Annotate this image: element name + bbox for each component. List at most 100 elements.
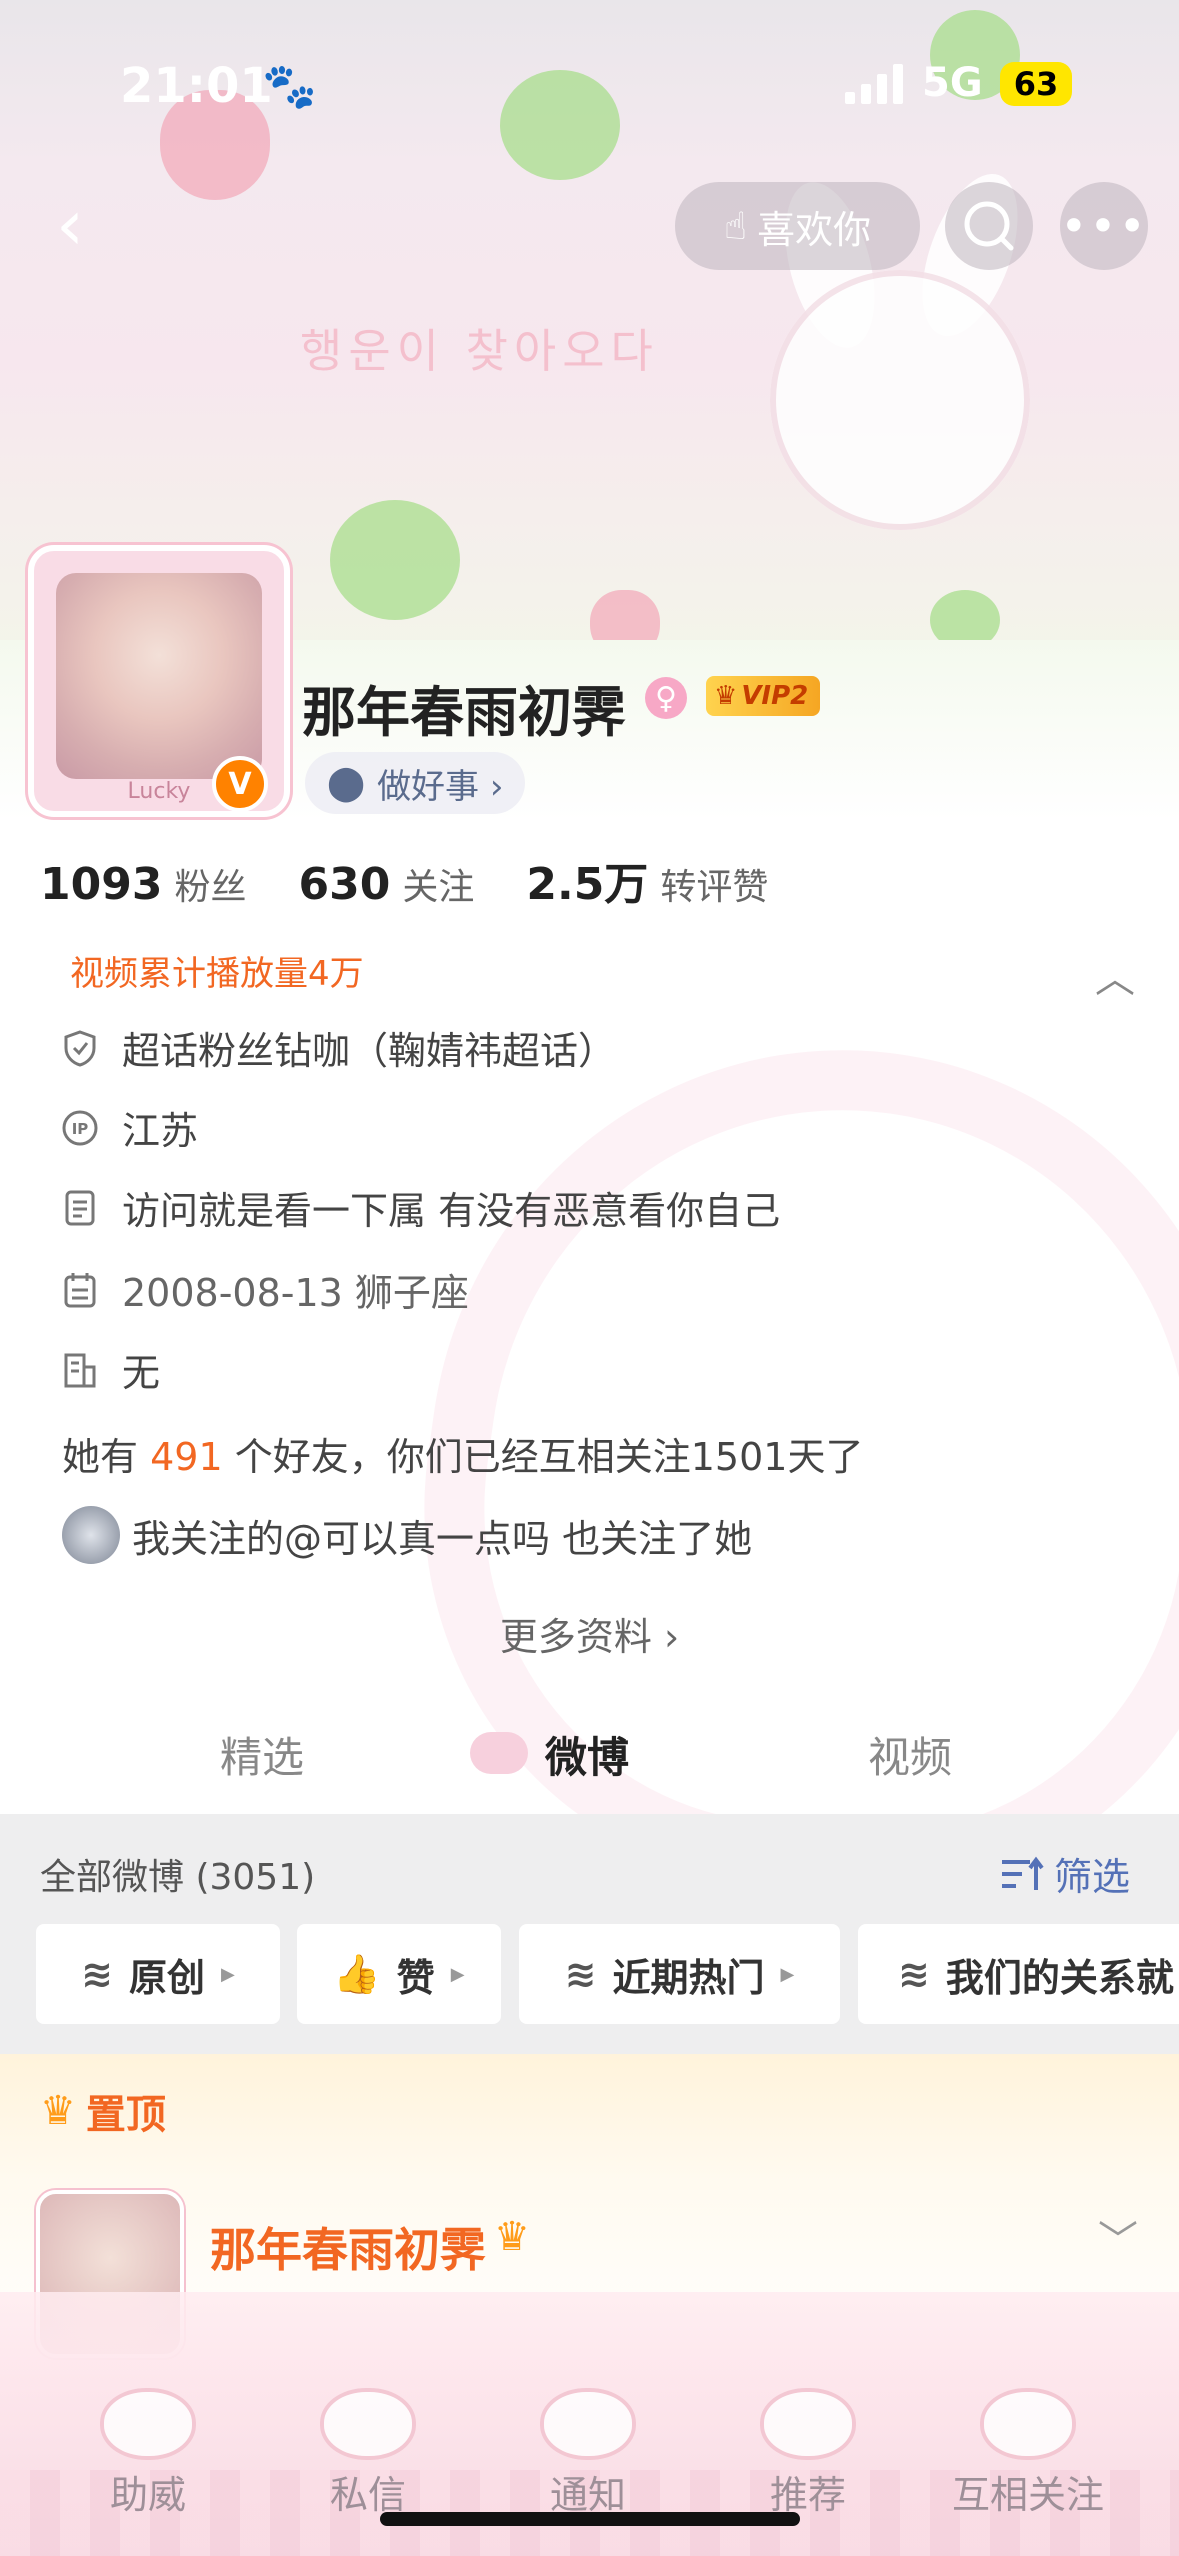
all-weibo-count: 全部微博 (3051) <box>40 1857 316 1898</box>
info-text: 2008-08-13 狮子座 <box>122 1271 469 1315</box>
caret-right-icon: ▶ <box>221 1963 235 1985</box>
signal-icon <box>845 64 903 104</box>
ip-icon: IP <box>62 1110 98 1145</box>
info-text: 江苏 <box>122 1109 199 1153</box>
filter-button[interactable]: 筛选 <box>1000 1846 1130 1901</box>
back-button[interactable]: ‹ <box>30 184 110 266</box>
network-label: 5G <box>922 60 983 106</box>
hand-icon: ☝ <box>723 204 748 248</box>
more-button[interactable]: ••• <box>1060 182 1148 270</box>
caret-right-icon: ▶ <box>450 1963 465 1985</box>
chevron-left-icon: ‹ <box>56 184 84 266</box>
chip-our-relationship[interactable]: ≋ 我们的关系就 <box>858 1924 1179 2024</box>
tab-video[interactable]: 视频 <box>868 1724 952 1785</box>
shield-icon <box>64 1029 96 1067</box>
interactions-count[interactable]: 2.5万 <box>526 848 648 912</box>
info-row-super-topic[interactable]: 超话粉丝钻咖（鞠婧祎超话） <box>60 1020 616 1075</box>
vip-badge[interactable]: ♛ VIP2 <box>706 676 821 716</box>
info-text: 访问就是看一下属 有没有恶意看你自己 <box>122 1189 781 1233</box>
mutual-text: 我关注的@可以真一点吗 也关注了她 <box>132 1516 753 1561</box>
followers-label[interactable]: 粉丝 <box>174 858 246 910</box>
friends-count: 491 <box>150 1435 223 1479</box>
profile-stats: 1093 粉丝 630 关注 2.5万 转评赞 <box>40 848 820 912</box>
friends-prefix: 她有 <box>62 1435 139 1479</box>
followers-count[interactable]: 1093 <box>40 859 162 910</box>
caret-right-icon: ▶ <box>780 1963 795 1985</box>
bottom-mutual-follow-button[interactable]: 互相关注 <box>928 2388 1128 2519</box>
bottom-recommend-button[interactable]: 推荐 <box>708 2388 908 2519</box>
info-row-birthday: 2008-08-13 狮子座 <box>60 1262 469 1317</box>
like-you-button[interactable]: ☝ 喜欢你 <box>675 182 920 270</box>
bottom-label: 推荐 <box>769 2473 846 2517</box>
home-indicator[interactable] <box>380 2512 800 2526</box>
chip-label: 近期热门 <box>612 1955 765 2000</box>
pinned-label-row: ♛ 置顶 <box>40 2082 166 2140</box>
friends-info[interactable]: 她有 491 个好友，你们已经互相关注1501天了 <box>62 1426 863 1481</box>
info-text: 超话粉丝钻咖（鞠婧祎超话） <box>122 1029 617 1073</box>
mutual-follow-info[interactable]: 我关注的@可以真一点吗 也关注了她 <box>62 1506 752 1564</box>
clover-bunny-icon <box>760 2388 856 2460</box>
layers-icon: ≋ <box>81 1952 113 1996</box>
following-label[interactable]: 关注 <box>402 858 474 910</box>
bunny-icon <box>320 2388 416 2460</box>
bottom-label: 互相关注 <box>951 2473 1104 2517</box>
search-icon <box>964 201 1014 251</box>
filter-label: 筛选 <box>1054 1855 1131 1899</box>
bottom-cheer-button[interactable]: 助威 <box>48 2388 248 2519</box>
info-row-bio: 访问就是看一下属 有没有恶意看你自己 <box>60 1180 780 1235</box>
friends-suffix: 个好友，你们已经互相关注1501天了 <box>234 1435 864 1479</box>
good-deed-button[interactable]: ⬤ 做好事 › <box>305 752 526 814</box>
bottom-label: 助威 <box>109 2473 186 2517</box>
post-author-name[interactable]: 那年春雨初霁 <box>210 2214 486 2280</box>
clover-icon <box>100 2388 196 2460</box>
chevron-up-icon[interactable]: ︿ <box>1095 946 1135 1004</box>
bunny-face-icon <box>980 2388 1076 2460</box>
building-icon <box>64 1353 96 1387</box>
more-info-link[interactable]: 更多资料 › <box>0 1606 1179 1661</box>
interactions-label[interactable]: 转评赞 <box>660 858 768 910</box>
document-icon <box>65 1190 95 1225</box>
sort-filter-icon <box>1002 1856 1044 1890</box>
chip-label: 赞 <box>396 1955 435 2000</box>
tab-featured[interactable]: 精选 <box>220 1724 304 1785</box>
bottom-label: 通知 <box>549 2473 626 2517</box>
layers-icon: ≋ <box>564 1952 597 1996</box>
search-button[interactable] <box>945 182 1033 270</box>
chip-recent-hot[interactable]: ≋ 近期热门 ▶ <box>519 1924 840 2024</box>
bottom-label: 私信 <box>329 2473 406 2517</box>
username: 那年春雨初霁 <box>302 681 626 744</box>
tab-weibo[interactable]: 微博 <box>545 1724 629 1785</box>
svg-text:IP: IP <box>72 1120 89 1138</box>
calendar-icon <box>64 1272 96 1307</box>
vip-label: VIP2 <box>741 681 809 711</box>
thumbs-up-icon: 👍 <box>333 1951 381 1996</box>
info-row-ip: IP 江苏 <box>60 1100 198 1155</box>
crown-icon: ♛ <box>714 681 738 711</box>
info-text: 无 <box>122 1351 161 1395</box>
crown-icon: ♛ <box>40 2088 76 2134</box>
chip-label: 我们的关系就 <box>945 1955 1174 2000</box>
like-you-label: 喜欢你 <box>757 207 872 252</box>
bottom-message-button[interactable]: 私信 <box>268 2388 468 2519</box>
paw-icon: 🐾 <box>262 61 317 112</box>
chip-label: 原创 <box>128 1955 205 2000</box>
chip-likes[interactable]: 👍 赞 ▶ <box>297 1924 501 2024</box>
mutual-avatar <box>62 1506 120 1564</box>
cloud-icon <box>470 1732 528 1774</box>
female-gender-icon: ♀ <box>645 677 687 719</box>
following-count[interactable]: 630 <box>298 859 390 910</box>
info-row-company: 无 <box>60 1342 160 1397</box>
chip-original[interactable]: ≋ 原创 ▶ <box>36 1924 280 2024</box>
bottom-notify-button[interactable]: 通知 <box>488 2388 688 2519</box>
good-deed-label: 做好事 › <box>377 766 504 807</box>
pinned-label: 置顶 <box>85 2092 166 2138</box>
layers-icon: ≋ <box>898 1952 930 1996</box>
status-time: 21:01 <box>120 58 273 114</box>
battery-level: 63 <box>1013 65 1059 103</box>
verified-badge: V <box>212 756 268 812</box>
chevron-down-icon[interactable]: ﹀ <box>1098 2208 1138 2266</box>
crown-badge-icon: ♛ <box>494 2214 530 2260</box>
bunny-bell-icon <box>540 2388 636 2460</box>
location-pin-icon: ⬤ <box>327 763 366 803</box>
battery-indicator: 63 <box>1000 62 1072 106</box>
